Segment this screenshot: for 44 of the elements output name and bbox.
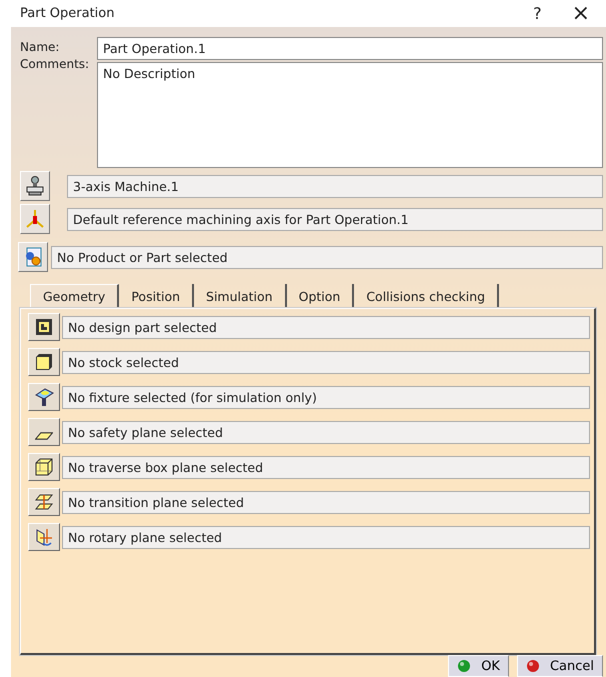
axis-field: Default reference machining axis for Part Operation.1 [67,208,603,230]
box-icon [34,457,54,477]
two-planes-icon [34,492,54,512]
geometry-select-button[interactable] [28,383,60,411]
name-label: Name: [20,39,60,56]
window-title: Part Operation [20,6,114,21]
geometry-select-button[interactable] [28,523,60,551]
geometry-select-button[interactable] [28,418,60,446]
tab[interactable]: Simulation [194,284,287,308]
geometry-field: No traverse box plane selected [62,456,590,478]
comments-label: Comments: [20,56,90,73]
geometry-field: No stock selected [62,350,590,374]
machine-field: 3-axis Machine.1 [67,174,603,198]
geometry-field: No rotary plane selected [62,526,590,548]
geometry-select-button[interactable] [28,348,60,376]
fixture-icon [33,386,55,408]
comments-field[interactable]: No Description [97,62,603,168]
tab[interactable]: Geometry [30,284,120,308]
machine-icon [24,175,46,197]
geometry-field: No fixture selected (for simulation only) [62,386,590,408]
geometry-select-button[interactable] [28,313,60,341]
geometry-field: No design part selected [62,316,590,338]
machine-icon-button[interactable] [20,171,50,201]
ok-button[interactable]: OK [448,655,509,677]
help-button[interactable]: ? [529,1,546,26]
product-field: No Product or Part selected [51,246,603,268]
stock-box-icon [34,352,54,372]
rotary-plane-icon [34,527,54,547]
cancel-button[interactable]: Cancel [516,655,603,677]
cancel-ball-icon [526,659,540,673]
geometry-field: No safety plane selected [62,420,590,444]
geometry-select-button[interactable] [28,488,60,516]
tab[interactable]: Position [119,284,194,308]
product-icon-button[interactable] [18,242,48,272]
name-field[interactable]: Part Operation.1 [97,37,603,60]
close-button[interactable]: × [568,1,594,26]
tab[interactable]: Option [286,284,354,308]
plane-icon [35,432,53,440]
ok-ball-icon [457,659,472,673]
axis-icon-button[interactable] [20,204,50,234]
geometry-select-button[interactable] [28,453,60,481]
tab[interactable]: Collisions checking [354,284,500,308]
design-part-icon [34,317,54,337]
geometry-field: No transition plane selected [62,490,590,514]
